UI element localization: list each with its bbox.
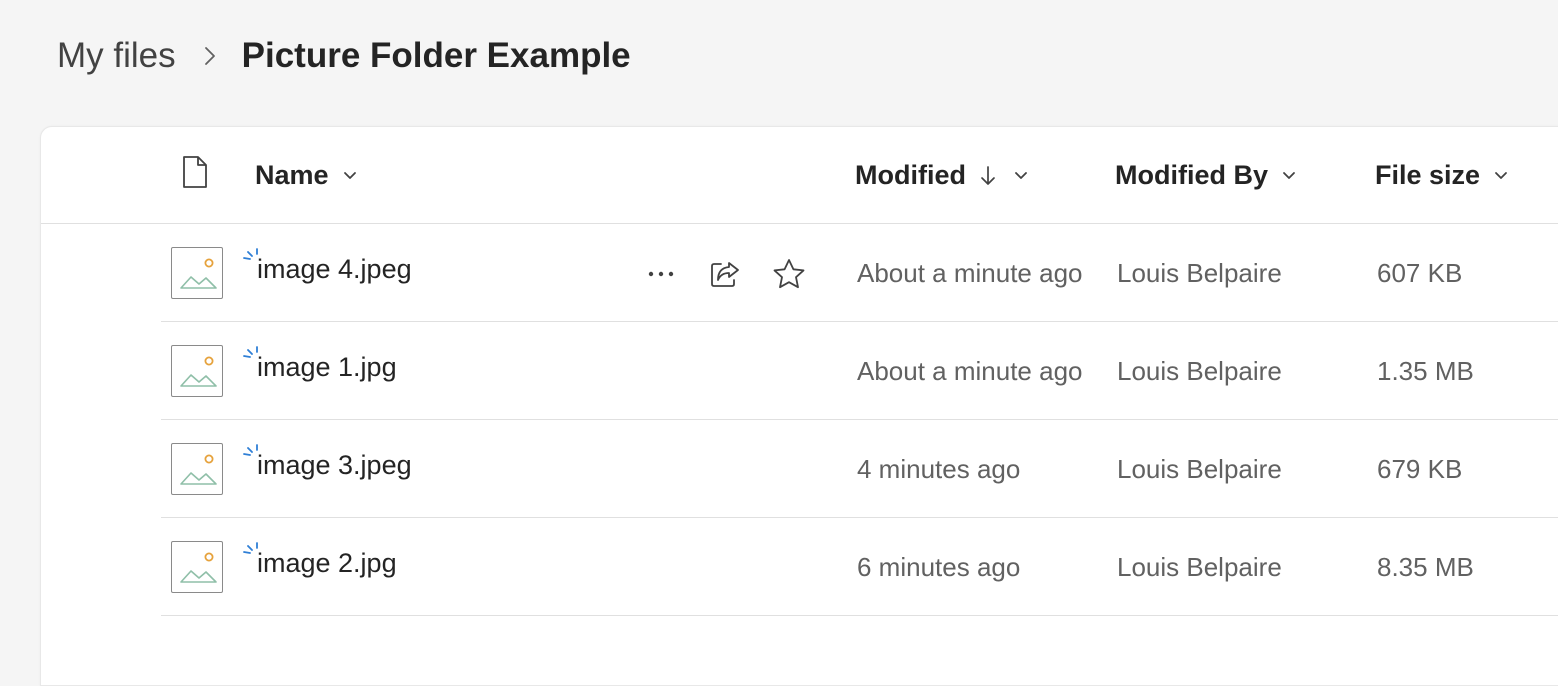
- file-type-column-header[interactable]: [181, 127, 209, 224]
- file-size-cell: 607 KB: [1377, 258, 1463, 288]
- modified-cell: 6 minutes ago: [857, 552, 1021, 582]
- modified-by-column-header[interactable]: Modified By: [1115, 127, 1296, 224]
- name-column-label: Name: [255, 160, 329, 190]
- modified-column-label: Modified: [855, 160, 966, 190]
- image-file-icon: [171, 541, 223, 593]
- chevron-down-icon: [343, 171, 357, 181]
- table-row[interactable]: image 2.jpg 6 minutes ago Louis Belpaire…: [161, 518, 1558, 616]
- breadcrumb: My files Picture Folder Example: [57, 34, 631, 78]
- row-actions: [641, 254, 809, 294]
- chevron-down-icon: [1282, 171, 1296, 181]
- file-size-column-header[interactable]: File size: [1375, 127, 1508, 224]
- file-name-link[interactable]: image 4.jpeg: [257, 254, 412, 285]
- page-title: Picture Folder Example: [241, 36, 631, 75]
- favorite-star-icon[interactable]: [769, 254, 809, 294]
- file-size-cell: 1.35 MB: [1377, 356, 1474, 386]
- chevron-down-icon: [1014, 171, 1028, 181]
- table-row[interactable]: image 1.jpg About a minute ago Louis Bel…: [161, 322, 1558, 420]
- table-row[interactable]: image 4.jpeg About a minute ago Louis Be…: [161, 224, 1558, 322]
- more-options-icon[interactable]: [641, 254, 681, 294]
- modified-by-cell: Louis Belpaire: [1117, 258, 1282, 288]
- chevron-right-icon: [204, 46, 216, 66]
- table-row[interactable]: image 3.jpeg 4 minutes ago Louis Belpair…: [161, 420, 1558, 518]
- image-file-icon: [171, 345, 223, 397]
- name-column-header[interactable]: Name: [255, 127, 357, 224]
- file-name-link[interactable]: image 1.jpg: [257, 352, 397, 383]
- sort-descending-icon: [980, 165, 996, 187]
- breadcrumb-my-files[interactable]: My files: [57, 36, 176, 76]
- modified-by-column-label: Modified By: [1115, 160, 1268, 190]
- image-file-icon: [171, 247, 223, 299]
- modified-cell: About a minute ago: [857, 356, 1083, 386]
- document-icon: [181, 155, 209, 196]
- share-icon[interactable]: [705, 254, 745, 294]
- file-size-cell: 8.35 MB: [1377, 552, 1474, 582]
- file-list-header: Name Modified Modified By File size: [41, 127, 1558, 224]
- file-name-link[interactable]: image 3.jpeg: [257, 450, 412, 481]
- file-size-column-label: File size: [1375, 160, 1481, 190]
- file-size-cell: 679 KB: [1377, 454, 1463, 484]
- modified-column-header[interactable]: Modified: [855, 127, 1028, 224]
- file-list-panel: Name Modified Modified By File size imag…: [40, 126, 1558, 686]
- chevron-down-icon: [1494, 171, 1508, 181]
- modified-by-cell: Louis Belpaire: [1117, 454, 1282, 484]
- modified-by-cell: Louis Belpaire: [1117, 356, 1282, 386]
- file-name-link[interactable]: image 2.jpg: [257, 548, 397, 579]
- modified-cell: About a minute ago: [857, 258, 1083, 288]
- modified-cell: 4 minutes ago: [857, 454, 1021, 484]
- image-file-icon: [171, 443, 223, 495]
- modified-by-cell: Louis Belpaire: [1117, 552, 1282, 582]
